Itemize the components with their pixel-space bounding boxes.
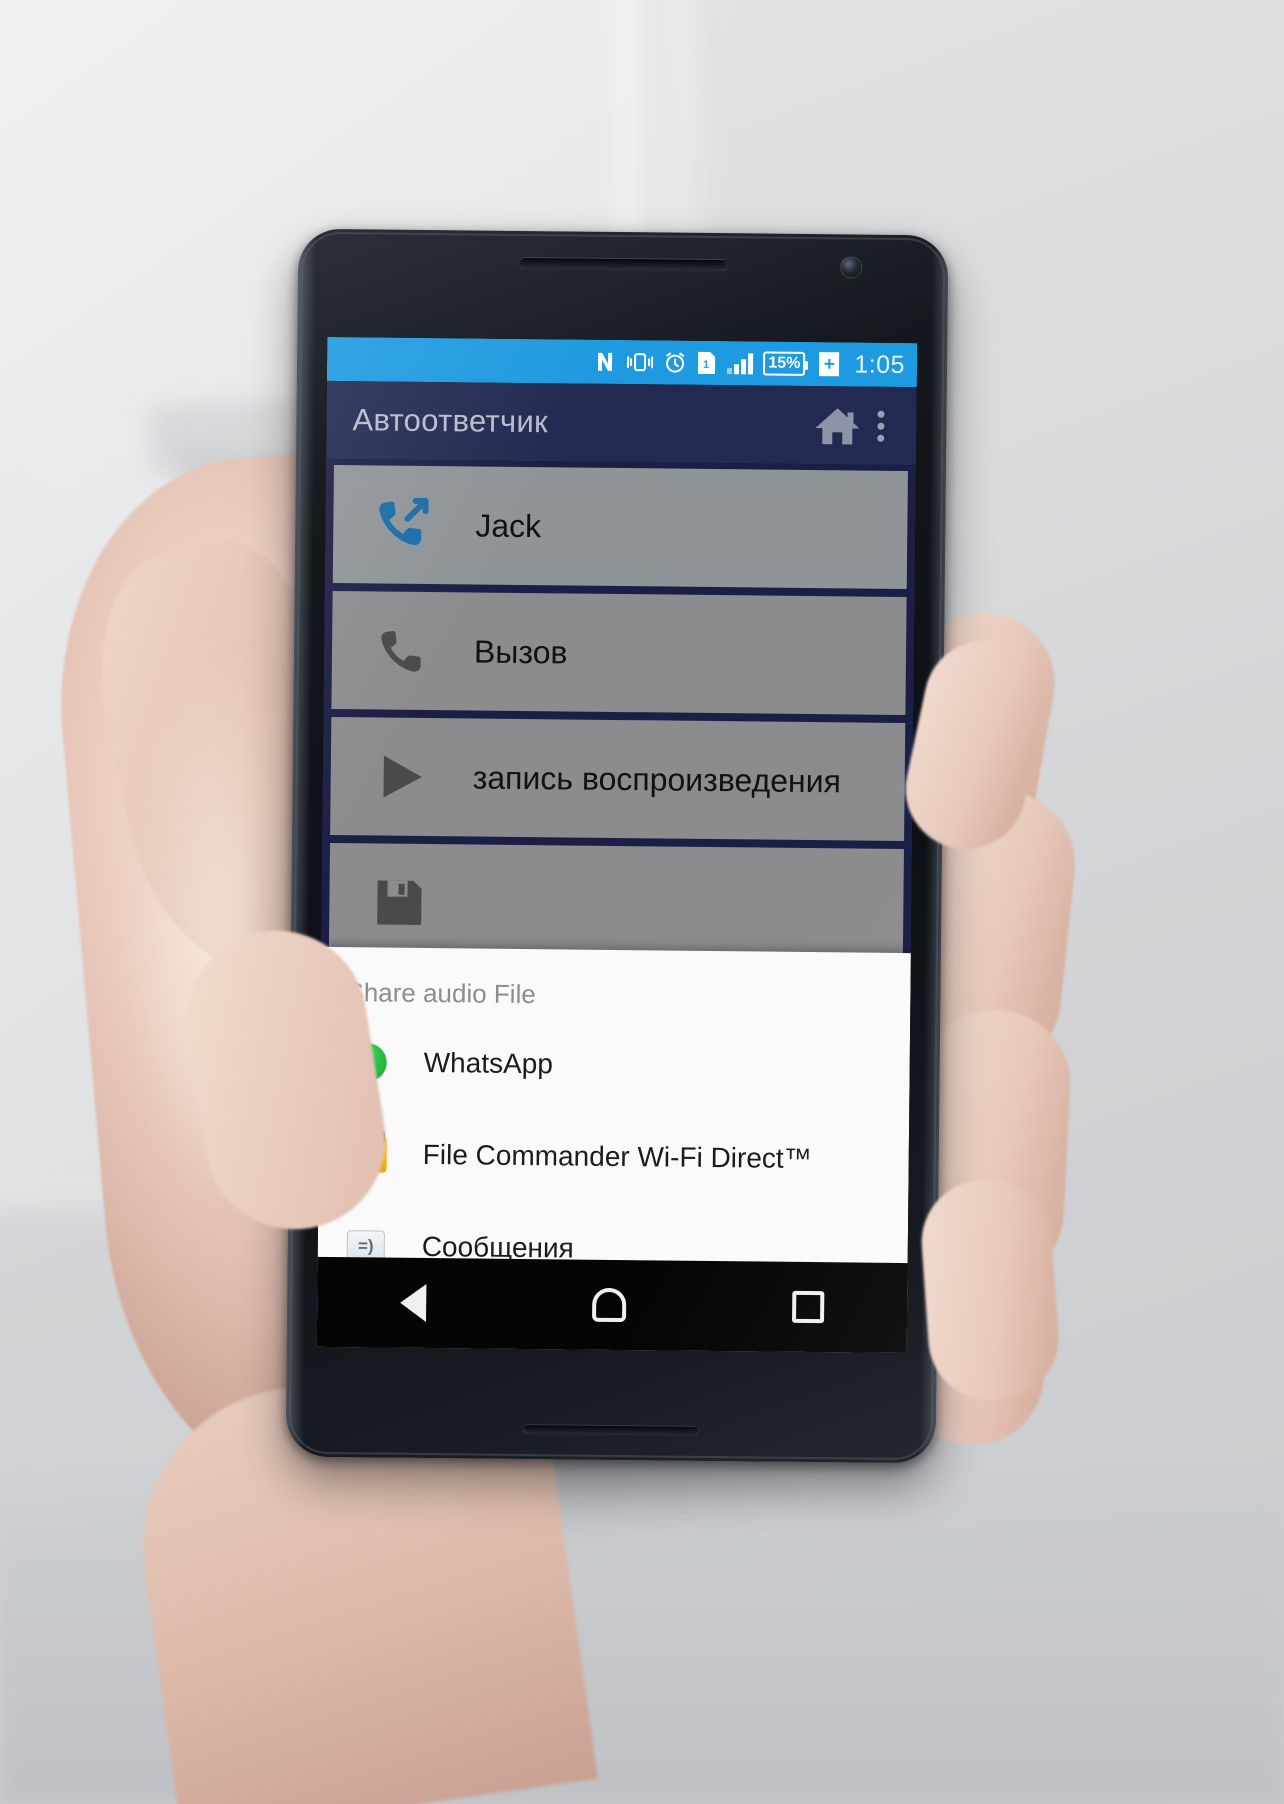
home-circle-icon[interactable] [592, 1287, 627, 1323]
recents-square-icon[interactable] [792, 1290, 825, 1324]
alarm-icon [663, 350, 687, 374]
share-item-label: File Commander Wi-Fi Direct™ [422, 1138, 812, 1175]
outgoing-call-icon [365, 492, 442, 557]
photo-scene: 1 15% + 1:05 Автоответчик Jack Вызов зап… [0, 0, 1284, 1804]
home-icon[interactable] [811, 402, 863, 449]
navigation-bar [316, 1256, 908, 1354]
phone-screen: 1 15% + 1:05 Автоответчик Jack Вызов зап… [316, 336, 918, 1354]
list-row-call[interactable]: Вызов [331, 591, 907, 716]
battery-percent-label: 15% [768, 354, 801, 372]
save-floppy-icon [361, 874, 438, 931]
main-action-list: Jack Вызов запись воспроизведения [320, 458, 917, 986]
battery-charging-icon: + [819, 352, 840, 377]
status-bar: 1 15% + 1:05 [326, 336, 918, 388]
page-title: Автоответчик [352, 402, 549, 440]
phone-device: 1 15% + 1:05 Автоответчик Jack Вызов зап… [285, 228, 949, 1464]
list-row-label: Jack [475, 507, 542, 544]
play-icon [362, 747, 439, 806]
vibrate-icon [626, 351, 654, 373]
list-row-label: Вызов [473, 632, 568, 670]
earpiece-speaker [519, 256, 728, 273]
share-item-file-commander[interactable]: File Commander Wi-Fi Direct™ [318, 1108, 909, 1206]
share-item-label: WhatsApp [423, 1046, 554, 1080]
front-camera [839, 256, 863, 279]
hand-finger-overlap-pinky [917, 1175, 1063, 1405]
back-triangle-icon[interactable] [400, 1283, 427, 1323]
nfc-icon [593, 350, 617, 374]
share-sheet-title: Share audio File [346, 977, 536, 1010]
svg-text:1: 1 [703, 358, 709, 370]
list-row-contact[interactable]: Jack [332, 465, 908, 590]
list-row-label: запись воспроизведения [472, 758, 842, 799]
overflow-menu-icon[interactable] [863, 400, 899, 451]
phone-icon [364, 620, 441, 681]
share-item-whatsapp[interactable]: WhatsApp [319, 1016, 910, 1114]
status-bar-clock: 1:05 [854, 349, 906, 379]
bottom-speaker [522, 1424, 699, 1437]
app-bar: Автоответчик [326, 380, 917, 466]
signal-bars-icon [726, 351, 754, 375]
battery-indicator: 15% [763, 351, 806, 376]
list-row-play-recording[interactable]: запись воспроизведения [330, 717, 906, 842]
sim-card-icon: 1 [696, 350, 717, 375]
